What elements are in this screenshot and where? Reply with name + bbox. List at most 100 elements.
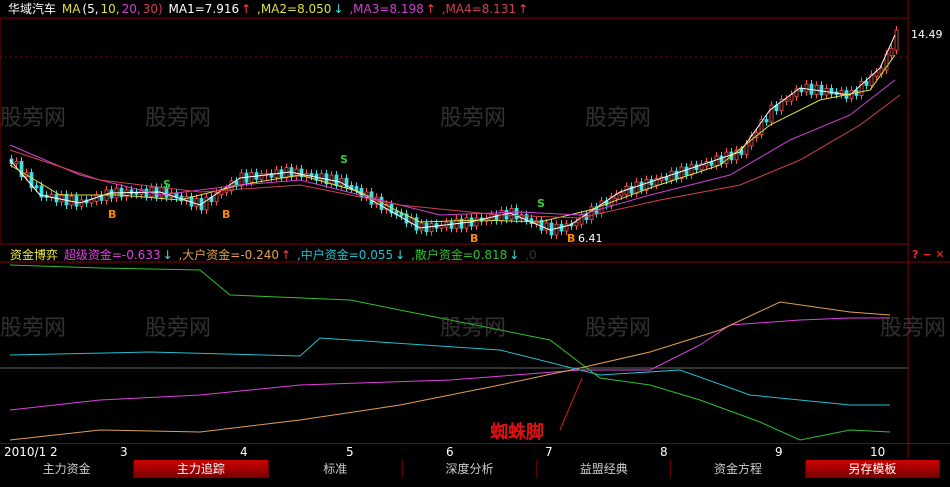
candle <box>784 98 789 102</box>
candle <box>864 80 869 86</box>
annotation-arrow <box>559 377 583 431</box>
candle <box>799 88 804 93</box>
candle <box>819 84 824 96</box>
mid-fund-value: ,中户资金=0.055 <box>296 248 394 262</box>
stock-chart-window: 股旁网 股旁网 股旁网 股旁网 股旁网 股旁网 股旁网 股旁网 股旁网 华域汽车… <box>0 0 950 487</box>
price-header: 华域汽车 MA (5, 10, 20, 30) MA1=7.916 ↑ ,MA2=8.05… <box>8 1 530 17</box>
tab-yimeng-classic[interactable]: 益盟经典 <box>537 460 672 478</box>
arrow-down-icon: ↓ <box>395 248 406 262</box>
axis-tick: 3 <box>120 445 128 459</box>
axis-tick: 5 <box>346 445 354 459</box>
arrow-up-icon: ↑ <box>425 2 436 16</box>
template-tabs: 主力资金 主力追踪 标准 深度分析 益盟经典 资金方程 另存模板 <box>0 460 940 478</box>
candlesticks <box>9 26 899 239</box>
arrow-up-icon: ↑ <box>241 2 252 16</box>
annotation-label: 蜘蛛脚 <box>490 422 544 443</box>
candle <box>419 222 424 231</box>
candle <box>634 181 639 194</box>
candle <box>329 174 334 185</box>
candle <box>684 166 689 176</box>
buy-signal: B <box>222 208 231 221</box>
ma4-line <box>9 94 901 219</box>
tab-standard[interactable]: 标准 <box>268 460 403 478</box>
candle <box>514 207 519 220</box>
indicator-header: 资金博弈 超级资金=-0.633 ↓ ,大户资金=-0.240 ↑ ,中户资金=0.… <box>10 247 539 263</box>
candle <box>14 160 19 165</box>
ma-param: 20, <box>121 2 141 16</box>
candle <box>194 198 199 207</box>
high-price-label: 14.49 <box>911 28 943 41</box>
arrow-up-icon: ↑ <box>281 248 292 262</box>
buy-signal: B <box>567 232 576 245</box>
candle <box>724 151 729 164</box>
ma-label: MA <box>61 2 81 16</box>
candle <box>664 176 669 181</box>
candle <box>599 200 604 214</box>
ma4-value: ,MA4=8.131 <box>441 2 517 16</box>
tab-deep-analysis[interactable]: 深度分析 <box>402 460 538 478</box>
indicator-help-close-icons[interactable]: ? − ✕ <box>912 248 944 261</box>
axis-tick: 10 <box>870 445 886 459</box>
axis-tick: 9 <box>775 445 783 459</box>
candle <box>744 143 749 155</box>
candle <box>889 47 894 57</box>
candle <box>259 173 264 180</box>
tab-main-tracking[interactable]: 主力追踪 <box>134 460 269 478</box>
candle <box>74 195 79 207</box>
sell-signal: S <box>340 153 348 166</box>
candle <box>574 221 579 227</box>
axis-tick: 6 <box>446 445 454 459</box>
super-fund-value: 超级资金=-0.633 <box>63 248 161 262</box>
candle <box>279 169 284 179</box>
tab-fund-equation[interactable]: 资金方程 <box>671 460 806 478</box>
ma-param: (5, <box>82 2 99 16</box>
candle <box>204 196 209 211</box>
low-price-label: 6.41 <box>578 232 603 245</box>
candle <box>829 87 834 95</box>
arrow-down-icon: ↓ <box>509 248 520 262</box>
candle <box>764 119 769 123</box>
date-axis: 2010/1 2 3 4 5 6 7 8 9 10 <box>0 443 950 459</box>
candle <box>804 83 809 93</box>
ma2-value: ,MA2=8.050 <box>257 2 332 16</box>
ma2-line <box>9 54 896 223</box>
retail-fund-value: ,散户资金=0.818 <box>411 248 508 262</box>
buy-signal: B <box>470 232 479 245</box>
extra-value: ,0 <box>525 248 537 262</box>
candle <box>239 172 244 187</box>
ma-param: 10, <box>100 2 120 16</box>
candle <box>319 173 324 181</box>
candle <box>144 188 149 197</box>
candle <box>334 174 339 186</box>
candle <box>474 217 479 227</box>
candle <box>554 223 559 236</box>
axis-tick: 4 <box>240 445 248 459</box>
stock-name: 华域汽车 <box>8 2 57 16</box>
candle <box>564 223 569 232</box>
buy-signal: B <box>108 208 117 221</box>
candle <box>449 221 454 229</box>
arrow-up-icon: ↑ <box>518 2 529 16</box>
candle <box>109 189 114 199</box>
candle <box>429 223 434 233</box>
candle <box>689 164 694 176</box>
axis-tick: 7 <box>545 445 553 459</box>
big-fund-value: ,大户资金=-0.240 <box>178 248 280 262</box>
tab-save-template[interactable]: 另存模板 <box>805 460 940 478</box>
axis-tick: 8 <box>660 445 668 459</box>
candle <box>619 192 624 197</box>
ma3-value: ,MA3=8.198 <box>349 2 424 16</box>
candle <box>674 170 679 179</box>
sell-signal: S <box>537 197 545 210</box>
candle <box>129 189 134 195</box>
ma-param: 30) <box>142 2 163 16</box>
candle <box>679 166 684 179</box>
axis-tick: 2010/1 2 <box>4 445 58 459</box>
candle <box>354 186 359 191</box>
candle <box>34 185 39 189</box>
tab-main-fund[interactable]: 主力资金 <box>0 460 135 478</box>
candle <box>249 172 254 183</box>
arrow-down-icon: ↓ <box>333 2 344 16</box>
indicator-name: 资金博弈 <box>10 248 59 262</box>
candle <box>639 181 644 191</box>
